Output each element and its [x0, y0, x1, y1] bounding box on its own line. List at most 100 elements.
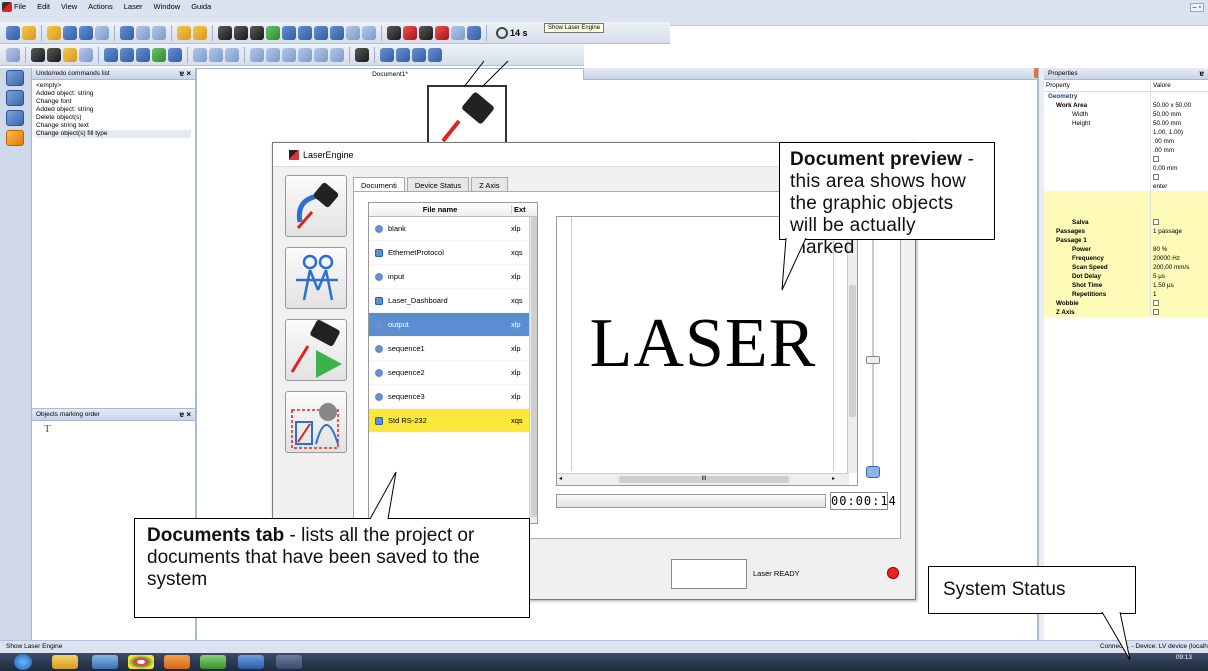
toolbar-tool-icon[interactable] — [298, 48, 312, 62]
text-object-icon[interactable]: T — [32, 421, 195, 437]
property-row[interactable]: Scan Speed 200.00 mm/s — [1044, 263, 1208, 272]
toolbar-tool-icon[interactable] — [193, 26, 207, 40]
property-value[interactable] — [1150, 92, 1208, 101]
file-row[interactable]: Laser_Dashboard xqs — [369, 289, 537, 313]
undo-item[interactable]: <empty> — [36, 82, 191, 90]
toolbar-tool-icon[interactable] — [403, 26, 417, 40]
app-taskbar-icon[interactable] — [92, 655, 118, 669]
pane-close-icon[interactable]: ɐ × — [180, 69, 191, 78]
property-value[interactable]: 1.50 µs — [1150, 281, 1208, 290]
property-value[interactable]: enter — [1150, 182, 1208, 191]
toolbar-tool-icon[interactable] — [79, 48, 93, 62]
property-value[interactable]: 1 — [1150, 290, 1208, 299]
word-taskbar-icon[interactable] — [238, 655, 264, 669]
menu-laser[interactable]: Laser — [124, 2, 143, 11]
hscroll-grip[interactable]: III — [619, 476, 789, 483]
toolbar-tool-icon[interactable] — [63, 48, 77, 62]
toolbar-tool-icon[interactable] — [22, 26, 36, 40]
toolbar-tool-icon[interactable] — [120, 26, 134, 40]
file-row[interactable]: sequence2 xlp — [369, 361, 537, 385]
toolbar-tool-icon[interactable] — [250, 26, 264, 40]
toolbar-tool-icon[interactable] — [346, 26, 360, 40]
property-row[interactable] — [1044, 191, 1208, 200]
tab-documenti[interactable]: Documenti — [353, 177, 405, 192]
zoom-slider[interactable] — [864, 216, 882, 478]
property-checkbox[interactable] — [1153, 156, 1159, 163]
toolbar-tool-icon[interactable] — [6, 26, 20, 40]
start-button[interactable] — [14, 654, 32, 670]
toolbar-tool-icon[interactable] — [152, 48, 166, 62]
property-value[interactable]: 200.00 mm/s — [1150, 263, 1208, 272]
property-row[interactable]: Width 50.00 mm — [1044, 110, 1208, 119]
dock-layers-icon[interactable] — [6, 90, 24, 106]
toolbar-tool-icon[interactable] — [467, 26, 481, 40]
property-row[interactable]: Wobble — [1044, 299, 1208, 308]
pane-float-icon[interactable]: ɐ — [1200, 69, 1204, 78]
menu-view[interactable]: View — [61, 2, 77, 11]
toolbar-tool-icon[interactable] — [95, 26, 109, 40]
property-value[interactable]: 50.00 mm — [1150, 119, 1208, 128]
property-row[interactable]: Repetitions 1 — [1044, 290, 1208, 299]
preview-marking-button[interactable] — [285, 391, 347, 453]
explorer-taskbar-icon[interactable] — [52, 655, 78, 669]
file-row[interactable]: Std RS-232 xqs — [369, 409, 537, 433]
property-value[interactable]: 1 passage — [1150, 227, 1208, 236]
preview-hscrollbar[interactable]: ◂ III ▸ — [557, 473, 849, 485]
toolbar-tool-icon[interactable] — [355, 48, 369, 62]
toolbar-tool-icon[interactable] — [428, 48, 442, 62]
property-value[interactable]: .00 mm — [1150, 137, 1208, 146]
property-row[interactable]: Geometry — [1044, 92, 1208, 101]
toolbar-tool-icon[interactable] — [31, 48, 45, 62]
property-checkbox[interactable] — [1153, 174, 1159, 181]
file-row[interactable]: sequence3 xlp — [369, 385, 537, 409]
property-value[interactable] — [1150, 191, 1208, 200]
property-checkbox[interactable] — [1153, 219, 1159, 226]
pane-close-icon[interactable]: ɐ × — [180, 410, 191, 419]
undo-item[interactable]: Change font — [36, 98, 191, 106]
property-value[interactable] — [1150, 209, 1208, 218]
property-value[interactable]: 50.00 x 50.00 — [1150, 101, 1208, 110]
toolbar-tool-icon[interactable] — [47, 26, 61, 40]
toolbar-tool-icon[interactable] — [250, 48, 264, 62]
property-value[interactable] — [1150, 218, 1208, 227]
property-checkbox[interactable] — [1153, 300, 1159, 307]
dock-search-icon[interactable] — [6, 130, 24, 146]
toolbar-tool-icon[interactable] — [120, 48, 134, 62]
toolbar-tool-icon[interactable] — [152, 26, 166, 40]
toolbar-tool-icon[interactable] — [412, 48, 426, 62]
toolbar-tool-icon[interactable] — [298, 26, 312, 40]
toolbar-tool-icon[interactable] — [234, 26, 248, 40]
property-value[interactable] — [1150, 173, 1208, 182]
file-row[interactable]: input xlp — [369, 265, 537, 289]
property-row[interactable]: Passage 1 — [1044, 236, 1208, 245]
col-ext[interactable]: Ext — [511, 205, 537, 214]
toolbar-tool-icon[interactable] — [193, 48, 207, 62]
property-row[interactable]: Dot Delay 5 µs — [1044, 272, 1208, 281]
toolbar-tool-icon[interactable] — [79, 26, 93, 40]
property-row[interactable]: Z Axis — [1044, 308, 1208, 317]
start-marking-button[interactable] — [285, 319, 347, 381]
toolbar-tool-icon[interactable] — [209, 48, 223, 62]
menu-file[interactable]: File — [14, 2, 26, 11]
toolbar-tool-icon[interactable] — [314, 48, 328, 62]
property-row[interactable]: Work Area 50.00 x 50.00 — [1044, 101, 1208, 110]
file-row[interactable]: sequence1 xlp — [369, 337, 537, 361]
property-row[interactable]: Salva — [1044, 218, 1208, 227]
file-row[interactable]: output xlp — [369, 313, 537, 337]
property-row[interactable]: Height 50.00 mm — [1044, 119, 1208, 128]
undo-item[interactable]: Change string text — [36, 122, 191, 130]
zoom-icon[interactable] — [866, 466, 880, 478]
toolbar-tool-icon[interactable] — [380, 48, 394, 62]
app2-taskbar-icon[interactable] — [200, 655, 226, 669]
zoom-slider-thumb[interactable] — [866, 356, 880, 364]
undo-item[interactable]: Added object: string — [36, 106, 191, 114]
toolbar-tool-icon[interactable] — [63, 26, 77, 40]
toolbar-tool-icon[interactable] — [218, 26, 232, 40]
menu-guida[interactable]: Guida — [191, 2, 211, 11]
menu-actions[interactable]: Actions — [88, 2, 113, 11]
toolbar-tool-icon[interactable] — [136, 26, 150, 40]
outlook-taskbar-icon[interactable] — [164, 655, 190, 669]
window-restore-button[interactable]: – ▫ — [1189, 3, 1204, 12]
dock-info-icon[interactable] — [6, 110, 24, 126]
menu-window[interactable]: Window — [154, 2, 181, 11]
